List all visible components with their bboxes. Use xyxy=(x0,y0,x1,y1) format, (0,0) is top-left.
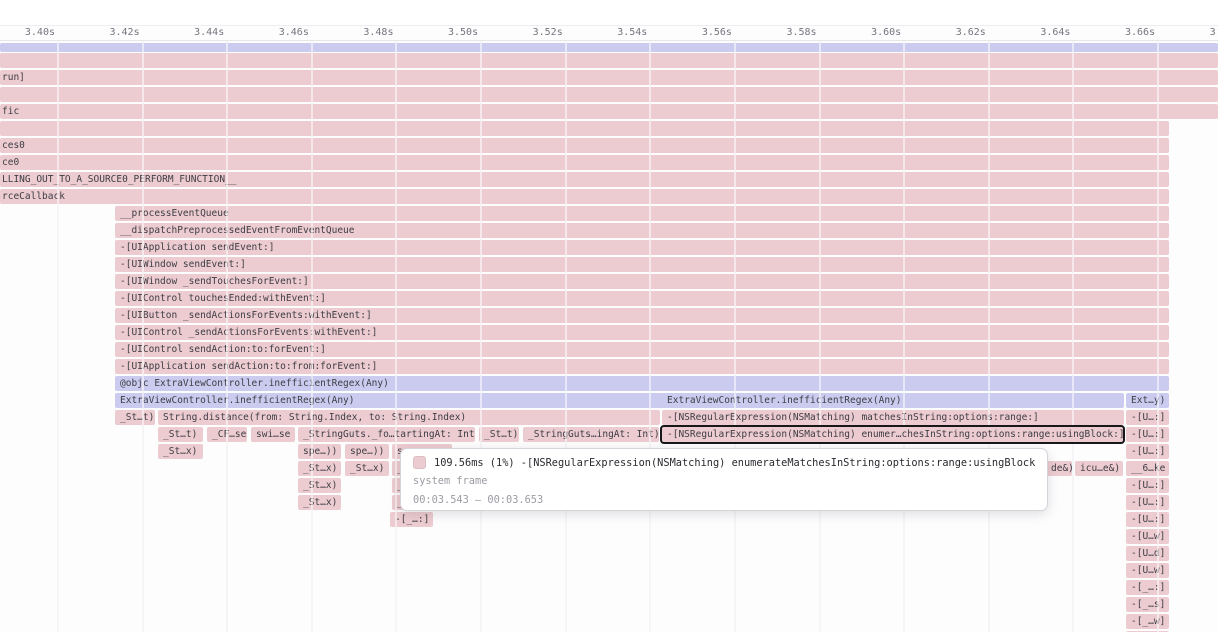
grid-line xyxy=(395,41,397,632)
flame-bar[interactable]: -[UIWindow sendEvent:] xyxy=(115,257,1169,272)
grid-line xyxy=(734,41,736,632)
time-tick-label: 3.42s xyxy=(83,27,140,38)
flame-chart-area[interactable]: run] fic ces0 ce0 LLING_OUT_TO_A_SOURCE0_PER… xyxy=(0,0,1218,632)
flame-bar[interactable]: __processEventQueue xyxy=(115,206,1169,221)
flame-bar[interactable]: _St…t) xyxy=(479,427,519,442)
flame-bar[interactable]: -[UIControl _sendActionsForEvents:withEv… xyxy=(115,325,1169,340)
flame-bar[interactable]: -[UIWindow _sendTouchesForEvent:] xyxy=(115,274,1169,289)
grid-line xyxy=(819,41,821,632)
flame-bar[interactable]: _St…x) xyxy=(298,495,341,510)
flame-bar[interactable]: -[UIControl touchesEnded:withEvent:] xyxy=(115,291,1169,306)
flame-bar-repeat-label: ExtraViewController.inefficientRegex(Any… xyxy=(667,393,902,408)
flame-graph: run] fic ces0 ce0 LLING_OUT_TO_A_SOURCE0_PER… xyxy=(0,0,1218,632)
flame-bar[interactable]: spe…)) xyxy=(345,444,389,459)
flame-bar[interactable]: ce0 xyxy=(0,155,1169,170)
flame-bar[interactable]: _StringGuts…ingAt: Int) xyxy=(523,427,659,442)
time-tick-label: 3.48s xyxy=(336,27,393,38)
flame-bar[interactable]: LLING_OUT_TO_A_SOURCE0_PERFORM_FUNCTION_… xyxy=(0,172,1169,187)
flame-bar[interactable]: -[UIApplication sendEvent:] xyxy=(115,240,1169,255)
time-tick-label: 3.44s xyxy=(167,27,224,38)
time-tick-label: 3.64s xyxy=(1013,27,1070,38)
flame-bar[interactable]: _St…x) xyxy=(298,478,341,493)
grid-line xyxy=(311,41,313,632)
grid-line xyxy=(565,41,567,632)
flame-bar[interactable]: run] xyxy=(0,70,1218,85)
grid-line xyxy=(57,41,59,632)
time-tick-label: 3.58s xyxy=(760,27,817,38)
time-tick-label: 3.46s xyxy=(252,27,309,38)
time-tick-label: 3.54s xyxy=(590,27,647,38)
tooltip-title: 109.56ms (1%) -[NSRegularExpression(NSMa… xyxy=(434,457,1035,469)
time-tick-label: 3.56s xyxy=(675,27,732,38)
flame-bar[interactable] xyxy=(0,121,1169,136)
tooltip-color-swatch xyxy=(413,456,426,469)
flame-bar[interactable]: _St…x) xyxy=(345,461,389,476)
flame-bar[interactable]: -[U…:] xyxy=(1126,512,1169,527)
time-tick-label: 3.50s xyxy=(421,27,478,38)
flame-bar[interactable]: swi…se xyxy=(251,427,295,442)
flame-bar[interactable]: __6…ke xyxy=(1126,461,1169,476)
flame-bar[interactable]: -[U…w] xyxy=(1126,529,1169,544)
flame-bar[interactable]: -[U…:] xyxy=(1126,495,1169,510)
grid-line xyxy=(649,41,651,632)
flame-bar[interactable]: -[U…:] xyxy=(1126,410,1169,425)
time-tick-label: 3.40s xyxy=(0,27,55,38)
time-ruler[interactable]: 3.40s 3.42s 3.44s 3.46s 3.48s 3.50s 3.52s 3.54s… xyxy=(0,26,1218,41)
grid-line xyxy=(142,41,144,632)
flame-bar[interactable]: ExtraViewController.inefficientRegex(Any… xyxy=(115,393,1124,408)
tooltip-title-row: 109.56ms (1%) -[NSRegularExpression(NSMa… xyxy=(413,453,1035,472)
tooltip: 109.56ms (1%) -[NSRegularExpression(NSMa… xyxy=(400,448,1048,511)
flame-bar[interactable]: ces0 xyxy=(0,138,1169,153)
time-tick-label: 3.66s xyxy=(1098,27,1155,38)
flame-bar[interactable]: -[U…:] xyxy=(1126,444,1169,459)
flame-bar[interactable]: -[UIApplication sendAction:to:from:forEv… xyxy=(115,359,1169,374)
time-tick-label: 3.60s xyxy=(844,27,901,38)
flame-bar[interactable]: rceCallback xyxy=(0,189,1169,204)
grid-line xyxy=(988,41,990,632)
flame-bar[interactable]: -[UIButton _sendActionsForEvents:withEve… xyxy=(115,308,1169,323)
flame-bar[interactable]: -[UIControl sendAction:to:forEvent:] xyxy=(115,342,1169,357)
grid-line xyxy=(226,41,228,632)
flame-bar[interactable]: -[_…w] xyxy=(1126,614,1169,629)
flame-bar[interactable]: de&) xyxy=(1046,461,1072,476)
flame-bar[interactable]: -[U…d] xyxy=(1126,546,1169,561)
flame-bar[interactable] xyxy=(0,53,1218,68)
time-tick-label: 3.52s xyxy=(506,27,563,38)
flame-bar[interactable]: _StringGuts._fo…tartingAt: Int) xyxy=(298,427,475,442)
flame-bar[interactable] xyxy=(0,87,1218,102)
flame-bar[interactable]: fic xyxy=(0,104,1218,119)
flame-bar[interactable] xyxy=(0,43,1218,52)
flame-bar[interactable]: -[U…:] xyxy=(1126,427,1169,442)
grid-line xyxy=(1072,41,1074,632)
grid-line xyxy=(1157,41,1159,632)
grid-line xyxy=(480,41,482,632)
flame-bar[interactable]: Ext…y) xyxy=(1126,393,1169,408)
flame-bar[interactable]: _St…t) xyxy=(115,410,155,425)
tooltip-subtitle: system frame xyxy=(413,472,1035,491)
flame-bar[interactable]: _St…x) xyxy=(158,444,203,459)
flame-bar[interactable]: _St…t) xyxy=(158,427,203,442)
flame-bar[interactable]: -[NSRegularExpression(NSMatching) matche… xyxy=(662,410,1124,425)
flame-bar[interactable]: -[U…:] xyxy=(1126,478,1169,493)
flame-bar-selected[interactable]: -[NSRegularExpression(NSMatching) enumer… xyxy=(662,427,1123,442)
flame-bar[interactable]: -[_…:] xyxy=(1126,580,1169,595)
tooltip-time-range: 00:03.543 — 00:03.653 xyxy=(413,491,1035,510)
flame-bar[interactable]: String.distance(from: String.Index, to: … xyxy=(158,410,660,425)
time-tick-label: 3.68s xyxy=(1183,27,1218,38)
flame-bar[interactable]: _St…x) xyxy=(298,461,341,476)
time-tick-label: 3.62s xyxy=(929,27,986,38)
flame-bar[interactable]: icu…e&) xyxy=(1075,461,1123,476)
flame-bar[interactable]: spe…)) xyxy=(298,444,341,459)
flame-bar[interactable]: @objc ExtraViewController.inefficientReg… xyxy=(115,376,1169,391)
flame-bar[interactable]: -[_…s] xyxy=(1126,597,1169,612)
top-divider-band xyxy=(0,0,1218,26)
flame-bar[interactable]: -[U…w] xyxy=(1126,563,1169,578)
grid-line xyxy=(903,41,905,632)
flame-bar[interactable]: __dispatchPreprocessedEventFromEventQueu… xyxy=(115,223,1169,238)
